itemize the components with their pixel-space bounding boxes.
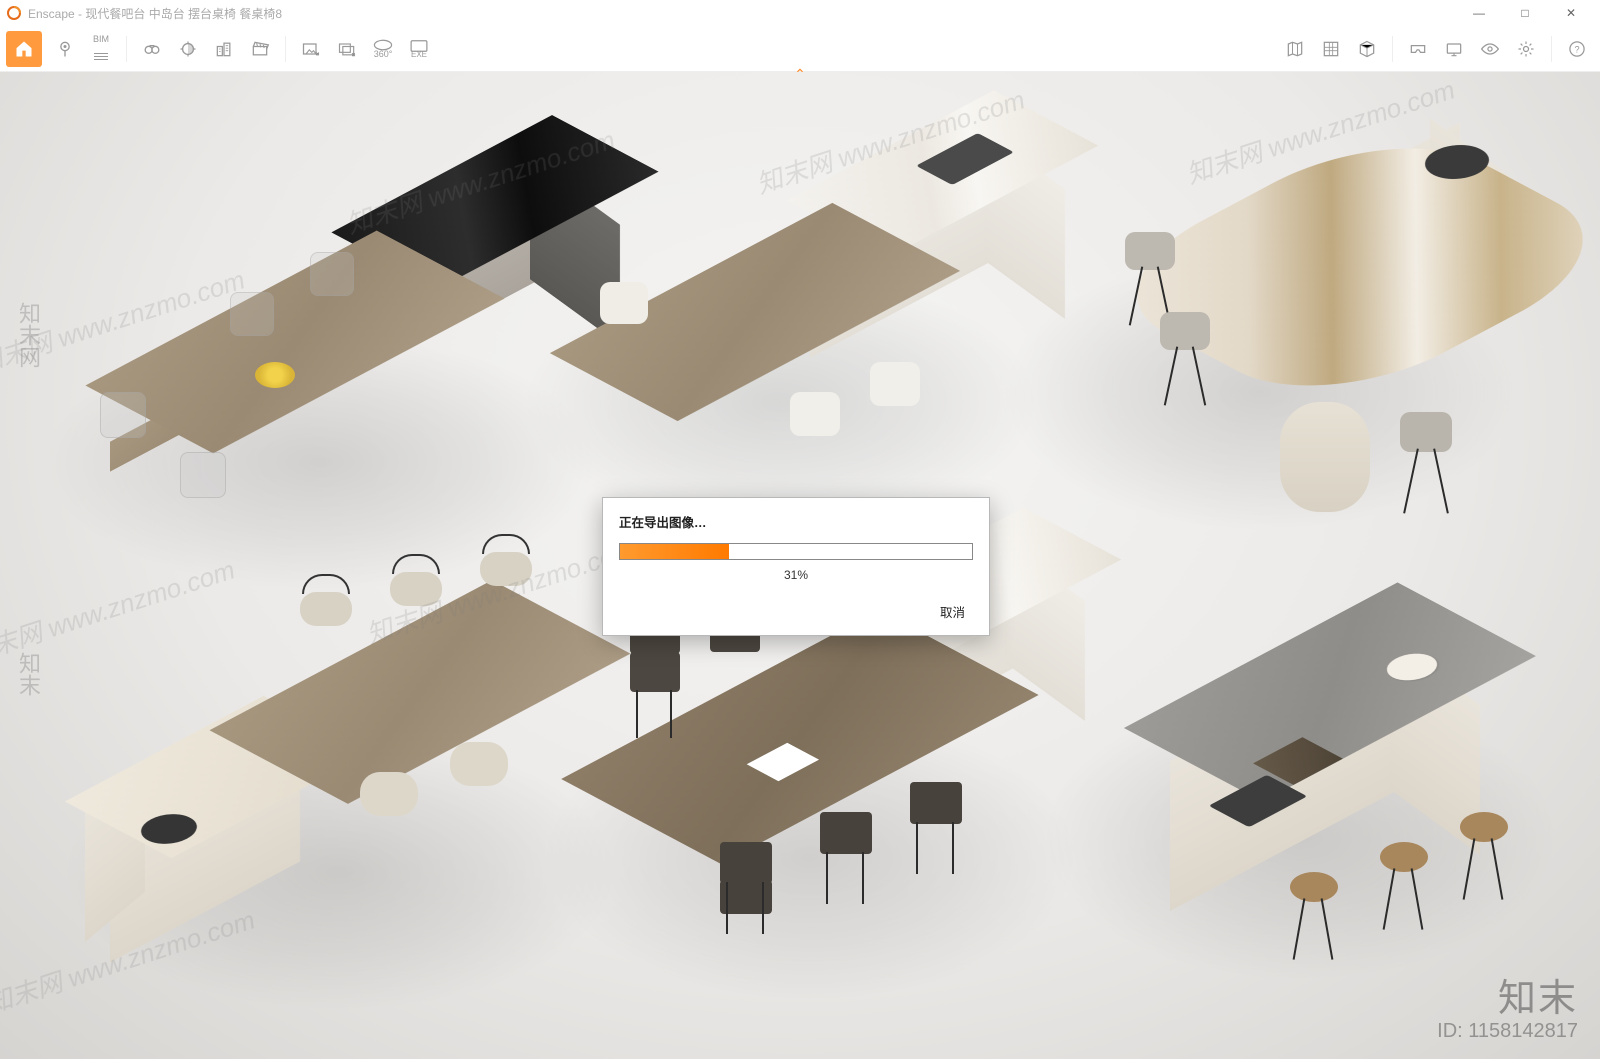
- home-icon[interactable]: [6, 31, 42, 67]
- dialog-title: 正在导出图像…: [619, 512, 973, 531]
- progress-bar-fill: [620, 544, 729, 559]
- presentation-icon[interactable]: [1437, 32, 1471, 66]
- titlebar: Enscape - 现代餐吧台 中岛台 摆台桌椅 餐桌椅8 — □ ✕: [0, 0, 1600, 26]
- bim-menu-icon[interactable]: BIM: [84, 32, 118, 66]
- panorama-360-icon[interactable]: 360°: [366, 32, 400, 66]
- window-controls: — □ ✕: [1456, 0, 1594, 26]
- island-model-6: [1060, 572, 1560, 992]
- toolbar-divider: [285, 36, 286, 62]
- export-exe-icon[interactable]: EXE: [402, 32, 436, 66]
- toolbar-divider: [1551, 36, 1552, 62]
- island-model-3: [1010, 102, 1530, 502]
- toolbar: BIM 360° EXE ⌃: [0, 26, 1600, 72]
- progress-percent-label: 31%: [619, 568, 973, 582]
- watermark-side: 知末: [12, 652, 44, 696]
- vr-headset-icon[interactable]: [1401, 32, 1435, 66]
- island-model-2: [540, 112, 1060, 472]
- app-logo-icon: [6, 5, 22, 21]
- close-button[interactable]: ✕: [1548, 0, 1594, 26]
- screenshot-icon[interactable]: [294, 32, 328, 66]
- toolbar-divider: [1392, 36, 1393, 62]
- clapper-icon[interactable]: [243, 32, 277, 66]
- buildings-icon[interactable]: [207, 32, 241, 66]
- export-progress-dialog: 正在导出图像… 31% 取消: [602, 497, 990, 636]
- binoculars-icon[interactable]: [135, 32, 169, 66]
- maximize-button[interactable]: □: [1502, 0, 1548, 26]
- progress-bar: [619, 543, 973, 560]
- sun-orbit-icon[interactable]: [171, 32, 205, 66]
- window-title: Enscape - 现代餐吧台 中岛台 摆台桌椅 餐桌椅8: [28, 5, 282, 22]
- visual-settings-icon[interactable]: [1473, 32, 1507, 66]
- 3d-box-icon[interactable]: [1350, 32, 1384, 66]
- pin-icon[interactable]: [48, 32, 82, 66]
- batch-screenshot-icon[interactable]: [330, 32, 364, 66]
- cancel-button[interactable]: 取消: [932, 598, 973, 625]
- asset-library-icon[interactable]: [1314, 32, 1348, 66]
- settings-gear-icon[interactable]: [1509, 32, 1543, 66]
- island-model-1: [70, 132, 610, 492]
- help-icon[interactable]: ?: [1560, 32, 1594, 66]
- toolbar-divider: [126, 36, 127, 62]
- minimize-button[interactable]: —: [1456, 0, 1502, 26]
- svg-text:?: ?: [1574, 44, 1579, 54]
- island-model-4: [50, 542, 630, 962]
- map-icon[interactable]: [1278, 32, 1312, 66]
